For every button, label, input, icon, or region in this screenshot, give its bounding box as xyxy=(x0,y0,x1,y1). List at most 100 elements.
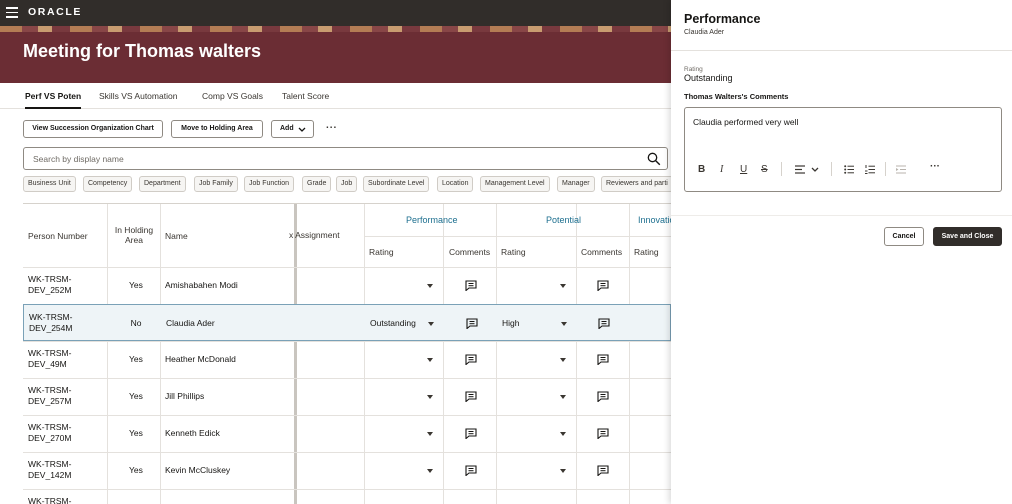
perf-rating-dropdown[interactable] xyxy=(427,469,433,473)
person-number-line1: WK-TRSM- xyxy=(28,496,72,504)
table-row[interactable]: WK-TRSM- DEV_49M Yes Heather McDonald xyxy=(23,341,671,378)
col-name[interactable]: Name xyxy=(165,231,188,241)
pot-rating-value[interactable]: High xyxy=(502,318,519,328)
pot-rating-dropdown[interactable] xyxy=(560,358,566,362)
comment-editor[interactable]: Claudia performed very well B I U S ··· xyxy=(684,107,1002,192)
col-pot-comments[interactable]: Comments xyxy=(581,247,622,257)
comment-icon[interactable] xyxy=(597,391,609,402)
bold-icon[interactable]: B xyxy=(698,164,705,175)
comment-icon[interactable] xyxy=(465,280,477,291)
drawer-divider xyxy=(671,50,1012,51)
performance-drawer: Performance Claudia Ader Rating Outstand… xyxy=(671,0,1012,504)
table-row[interactable]: WK-TRSM- xyxy=(23,489,671,504)
page-title: Meeting for Thomas walters xyxy=(23,41,262,61)
col-perf-rating[interactable]: Rating xyxy=(369,247,394,257)
more-actions-button[interactable]: ... xyxy=(326,120,337,131)
col-pot-rating[interactable]: Rating xyxy=(501,247,526,257)
italic-icon[interactable]: I xyxy=(720,164,723,175)
comment-icon[interactable] xyxy=(465,354,477,365)
person-number-line2: DEV_254M xyxy=(29,323,73,333)
person-number-line2: DEV_142M xyxy=(28,470,72,480)
filter-department[interactable]: Department xyxy=(139,176,186,192)
table-row[interactable]: WK-TRSM- DEV_270M Yes Kenneth Edick xyxy=(23,415,671,452)
pot-rating-dropdown[interactable] xyxy=(560,284,566,288)
filter-management-level[interactable]: Management Level xyxy=(480,176,550,192)
pot-rating-dropdown[interactable] xyxy=(560,395,566,399)
person-name: Heather McDonald xyxy=(165,354,236,364)
perf-rating-dropdown[interactable] xyxy=(427,395,433,399)
person-name: Amishabahen Modi xyxy=(165,280,238,290)
comment-icon[interactable] xyxy=(597,354,609,365)
tab-skills-vs-automation[interactable]: Skills VS Automation xyxy=(99,91,177,101)
col-in-holding-area[interactable]: In Holding Area xyxy=(112,225,156,245)
person-number-line2: DEV_252M xyxy=(28,285,72,295)
col-perf-comments[interactable]: Comments xyxy=(449,247,490,257)
filter-location[interactable]: Location xyxy=(437,176,474,192)
cancel-button[interactable]: Cancel xyxy=(884,227,924,246)
tab-talent-score[interactable]: Talent Score xyxy=(282,91,329,101)
table-row[interactable]: WK-TRSM- DEV_252M Yes Amishabahen Modi xyxy=(23,267,671,304)
table-row-selected[interactable]: WK-TRSM- DEV_254M No Claudia Ader Outsta… xyxy=(23,304,671,341)
chevron-down-icon xyxy=(298,127,306,132)
drawer-footer-divider xyxy=(671,215,1012,216)
comment-icon[interactable] xyxy=(465,391,477,402)
perf-rating-dropdown[interactable] xyxy=(428,322,434,326)
search-icon[interactable] xyxy=(647,152,661,166)
person-number-line1: WK-TRSM- xyxy=(28,422,72,432)
perf-rating-dropdown[interactable] xyxy=(427,432,433,436)
add-button[interactable]: Add xyxy=(271,120,314,138)
comments-label: Thomas Walters's Comments xyxy=(684,92,789,101)
save-and-close-button[interactable]: Save and Close xyxy=(933,227,1002,246)
col-assignment[interactable]: x Assignment xyxy=(289,230,340,240)
chevron-down-icon[interactable] xyxy=(811,167,819,173)
filter-subordinate-level[interactable]: Subordinate Level xyxy=(363,176,430,192)
col-group-potential: Potential xyxy=(546,215,582,225)
filter-job-function[interactable]: Job Function xyxy=(244,176,295,192)
comment-icon[interactable] xyxy=(465,465,477,476)
filter-job-family[interactable]: Job Family xyxy=(194,176,238,192)
tab-perf-vs-poten[interactable]: Perf VS Poten xyxy=(25,91,82,109)
table-row[interactable]: WK-TRSM- DEV_257M Yes Jill Phillips xyxy=(23,378,671,415)
menu-icon[interactable] xyxy=(6,7,18,18)
comment-icon[interactable] xyxy=(466,318,478,329)
comment-icon[interactable] xyxy=(465,428,477,439)
align-left-icon[interactable] xyxy=(795,165,805,174)
table-row[interactable]: WK-TRSM- DEV_142M Yes Kevin McCluskey xyxy=(23,452,671,489)
filter-grade[interactable]: Grade xyxy=(302,176,332,192)
person-number-line1: WK-TRSM- xyxy=(28,459,72,469)
comment-icon[interactable] xyxy=(597,280,609,291)
underline-icon[interactable]: U xyxy=(740,164,747,175)
pot-rating-dropdown[interactable] xyxy=(560,469,566,473)
drawer-title: Performance xyxy=(684,12,761,26)
filter-job[interactable]: Job xyxy=(336,176,358,192)
bullet-list-icon[interactable] xyxy=(844,165,854,174)
filter-reviewers[interactable]: Reviewers and parti xyxy=(601,176,673,192)
comment-text[interactable]: Claudia performed very well xyxy=(693,117,798,127)
tab-comp-vs-goals[interactable]: Comp VS Goals xyxy=(202,91,263,101)
person-number-line2: DEV_257M xyxy=(28,396,72,406)
oracle-logo[interactable]: ORACLE xyxy=(28,6,82,18)
person-number-line2: DEV_270M xyxy=(28,433,72,443)
col-innov-rating[interactable]: Rating xyxy=(634,247,659,257)
indent-icon[interactable] xyxy=(896,165,906,174)
comment-icon[interactable] xyxy=(597,465,609,476)
perf-rating-value[interactable]: Outstanding xyxy=(370,318,416,328)
filter-business-unit[interactable]: Business Unit xyxy=(23,176,76,192)
strikethrough-icon[interactable]: S xyxy=(761,164,768,175)
person-number-line1: WK-TRSM- xyxy=(28,274,72,284)
numbered-list-icon[interactable] xyxy=(865,165,875,174)
col-person-number[interactable]: Person Number xyxy=(28,231,88,241)
pot-rating-dropdown[interactable] xyxy=(561,322,567,326)
move-to-holding-button[interactable]: Move to Holding Area xyxy=(171,120,263,138)
perf-rating-dropdown[interactable] xyxy=(427,284,433,288)
perf-rating-dropdown[interactable] xyxy=(427,358,433,362)
comment-icon[interactable] xyxy=(598,318,610,329)
search-input[interactable]: Search by display name xyxy=(23,147,668,170)
pot-rating-dropdown[interactable] xyxy=(560,432,566,436)
view-org-chart-button[interactable]: View Succession Organization Chart xyxy=(23,120,163,138)
filter-manager[interactable]: Manager xyxy=(557,176,595,192)
filter-competency[interactable]: Competency xyxy=(83,176,133,192)
add-label: Add xyxy=(280,125,294,132)
comment-icon[interactable] xyxy=(597,428,609,439)
more-options-icon[interactable]: ··· xyxy=(930,161,940,172)
